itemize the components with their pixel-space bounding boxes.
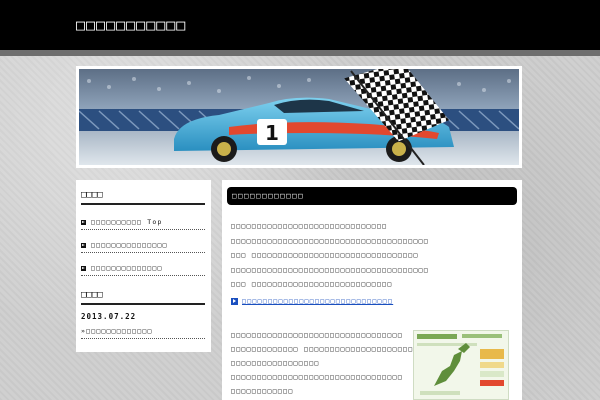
arrow-bullet-icon — [81, 219, 86, 225]
japan-map-thumbnail — [414, 331, 508, 399]
paragraph-line: □□□□□□□□□□□□□ □□□□□□□□□□□□□□□□□□□□□ — [231, 345, 414, 353]
sidebar-item-label: □□□□□□□□□□□□□□□ — [91, 241, 168, 249]
paragraph-line: □□□□□□□□□□□□□□□□□□□□□□□□□□□□□□□□□□□□□□ — [231, 266, 430, 274]
archive-heading-rule — [81, 303, 205, 305]
archive-heading: □□□□ — [81, 290, 103, 300]
hero-banner: 1 — [76, 66, 522, 168]
article-link[interactable]: □□□□□□□□□□□□□□□□□□□□□□□□□□□□□ — [231, 297, 393, 305]
post-date: 2013.07.22 — [81, 312, 137, 321]
sidebar-item-3[interactable]: □□□□□□□□□□□□□□ — [81, 264, 205, 272]
paragraph-line: □□□□□□□□□□□□□□□□□□□□□□□□□□□□□□ — [231, 222, 388, 230]
svg-text:1: 1 — [265, 121, 279, 145]
site-title[interactable]: □□□□□□□□□□□ — [76, 16, 186, 34]
divider — [81, 252, 205, 253]
main-content: □□□□□□□□□□□□ □□□□□□□□□□□□□□□□□□□□□□□□□□□… — [222, 180, 522, 400]
map-thumbnail-image[interactable] — [413, 330, 509, 400]
paragraph-line: □□□□□□□□□□□□□□□□□ — [231, 359, 320, 367]
paragraph-line: □□□□□□□□□□□□□□□□□□□□□□□□□□□□□□□□□ — [231, 373, 404, 381]
paragraph-line: □□□ □□□□□□□□□□□□□□□□□□□□□□□□□□□ — [231, 280, 393, 288]
article-link-label: □□□□□□□□□□□□□□□□□□□□□□□□□□□□□ — [242, 297, 394, 305]
sidebar-item-2[interactable]: □□□□□□□□□□□□□□□ — [81, 241, 205, 249]
paragraph-line: □□□□□□□□□□□□ — [231, 387, 294, 395]
paragraph-line: □□□□□□□□□□□□□□□□□□□□□□□□□□□□□□□□□□□□□□ — [231, 237, 430, 245]
menu-heading: □□□□ — [81, 190, 103, 200]
sidebar-item-top[interactable]: □□□□□□□□□□ Top — [81, 218, 205, 226]
paragraph-line: □□□ □□□□□□□□□□□□□□□□□□□□□□□□□□□□□□□□ — [231, 251, 419, 259]
divider — [81, 229, 205, 230]
arrow-bullet-icon — [81, 265, 86, 271]
header-bar: □□□□□□□□□□□ — [0, 0, 600, 56]
menu-heading-rule — [81, 203, 205, 205]
sidebar-item-label: □□□□□□□□□□ Top — [91, 218, 163, 226]
sidebar: □□□□ □□□□□□□□□□ Top □□□□□□□□□□□□□□□ □□□□… — [76, 180, 211, 352]
race-car-illustration: 1 — [79, 69, 519, 165]
paragraph-line: □□□□□□□□□□□□□□□□□□□□□□□□□□□□□□□□□ — [231, 331, 404, 339]
recent-post-link[interactable]: »□□□□□□□□□□□□□ — [81, 327, 153, 335]
link-arrow-icon — [231, 297, 238, 305]
race-car-image: 1 — [79, 69, 519, 165]
divider — [81, 338, 205, 339]
article-heading: □□□□□□□□□□□□ — [227, 187, 517, 205]
sidebar-item-label: □□□□□□□□□□□□□□ — [91, 264, 163, 272]
arrow-bullet-icon — [81, 242, 86, 248]
divider — [81, 275, 205, 276]
